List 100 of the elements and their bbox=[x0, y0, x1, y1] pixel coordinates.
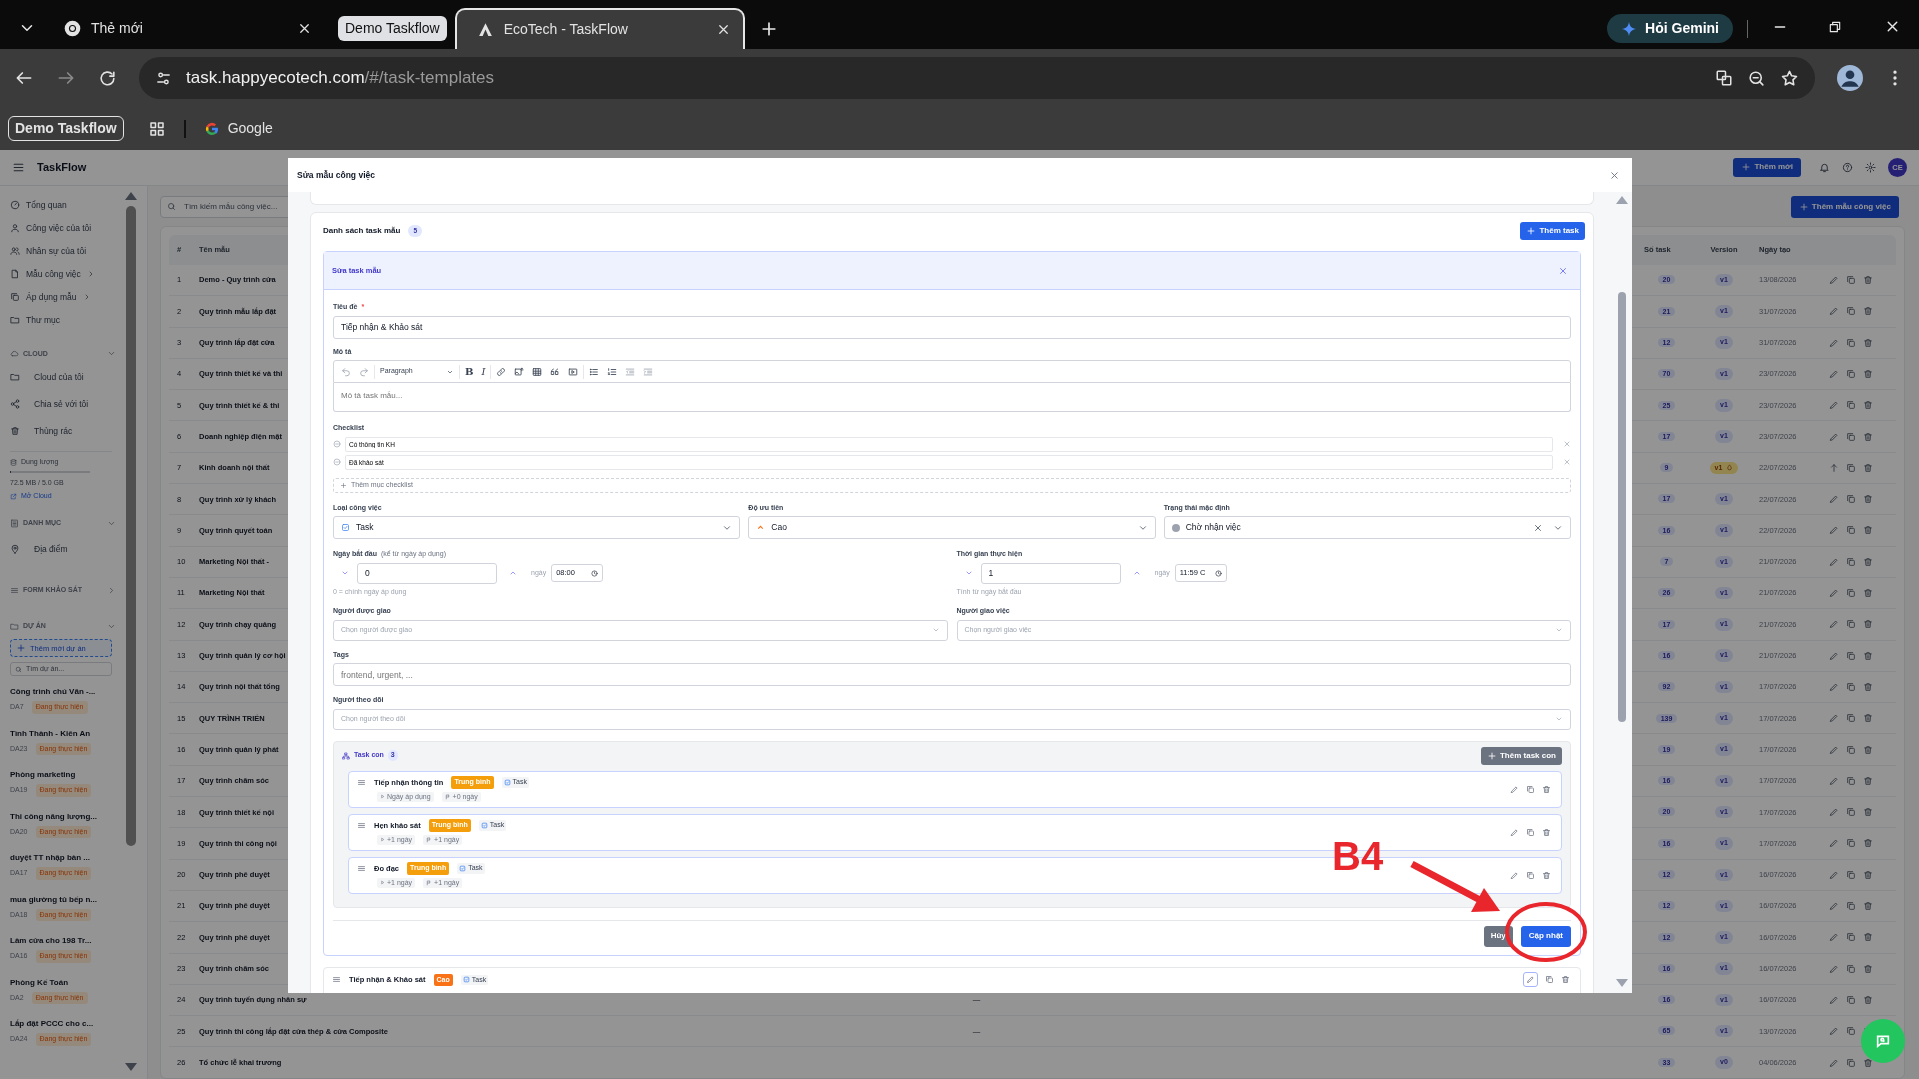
bookmark-link[interactable]: Google bbox=[203, 118, 273, 139]
edit-icon[interactable] bbox=[1829, 275, 1839, 286]
drag-handle-icon[interactable] bbox=[357, 820, 366, 830]
add-task-button[interactable]: Thêm task bbox=[1520, 222, 1585, 240]
nav-item[interactable]: Địa điểm bbox=[10, 537, 122, 561]
delete-icon[interactable] bbox=[1863, 681, 1873, 692]
project-name[interactable]: Tình Thành - Kiên An bbox=[10, 727, 122, 740]
scrollbar-thumb[interactable] bbox=[1618, 292, 1626, 722]
nav-item[interactable]: Nhân sự của tôi bbox=[10, 239, 122, 263]
nav-item[interactable]: Tổng quan bbox=[10, 193, 122, 217]
delete-icon[interactable] bbox=[1863, 775, 1873, 786]
copy-icon[interactable] bbox=[1846, 556, 1856, 567]
bookmark-star-icon[interactable] bbox=[1780, 68, 1799, 88]
edit-icon[interactable] bbox=[1829, 556, 1839, 567]
project-name[interactable]: Phòng marketing bbox=[10, 769, 122, 782]
copy-icon[interactable] bbox=[1846, 588, 1856, 599]
nav-item[interactable]: Công việc của tôi bbox=[10, 216, 122, 240]
copy-icon[interactable] bbox=[1526, 827, 1535, 837]
delete-icon[interactable] bbox=[1863, 337, 1873, 348]
delete-icon[interactable] bbox=[1863, 306, 1873, 317]
copy-icon[interactable] bbox=[1846, 807, 1856, 818]
edit-icon[interactable] bbox=[1829, 337, 1839, 348]
edit-icon[interactable] bbox=[1829, 369, 1839, 379]
edit-icon[interactable] bbox=[1829, 1026, 1839, 1037]
type-select[interactable]: Task bbox=[333, 516, 741, 539]
edit-icon[interactable] bbox=[1829, 963, 1839, 974]
copy-icon[interactable] bbox=[1545, 974, 1554, 984]
copy-icon[interactable] bbox=[1846, 431, 1856, 442]
close-icon[interactable] bbox=[1563, 458, 1571, 466]
edit-icon[interactable] bbox=[1829, 681, 1839, 692]
edit-icon[interactable] bbox=[1829, 807, 1839, 818]
apps-grid-icon[interactable] bbox=[147, 119, 166, 138]
delete-icon[interactable] bbox=[1863, 838, 1873, 849]
edit-button[interactable] bbox=[1523, 971, 1538, 987]
profile-avatar[interactable] bbox=[1837, 65, 1863, 91]
project-name[interactable]: Thi công năng lượng... bbox=[10, 810, 122, 823]
copy-icon[interactable] bbox=[1846, 775, 1856, 786]
italic-button[interactable]: I bbox=[478, 362, 489, 381]
project-name[interactable]: Phòng Kế Toán bbox=[10, 976, 122, 989]
close-icon[interactable] bbox=[1558, 265, 1568, 276]
delete-icon[interactable] bbox=[1863, 713, 1873, 724]
bookmark-group[interactable]: Demo Taskflow bbox=[8, 116, 124, 141]
copy-icon[interactable] bbox=[1846, 869, 1856, 880]
drag-handle-icon[interactable] bbox=[332, 975, 341, 985]
delete-icon[interactable] bbox=[1863, 619, 1873, 630]
tab-group-label[interactable]: Demo Taskflow bbox=[338, 16, 447, 41]
gemini-button[interactable]: Hỏi Gemini bbox=[1607, 14, 1733, 43]
copy-icon[interactable] bbox=[1846, 681, 1856, 692]
edit-icon[interactable] bbox=[1829, 775, 1839, 786]
remove-circle-icon[interactable] bbox=[333, 440, 341, 448]
delete-icon[interactable] bbox=[1863, 963, 1873, 974]
menu-icon[interactable] bbox=[12, 161, 25, 174]
copy-icon[interactable] bbox=[1846, 1026, 1856, 1037]
address-bar[interactable]: task.happyecotech.com/#/task-templates bbox=[139, 57, 1815, 99]
scroll-up-icon[interactable] bbox=[125, 191, 137, 200]
copy-icon[interactable] bbox=[1846, 525, 1856, 536]
edit-icon[interactable] bbox=[1829, 619, 1839, 630]
edit-icon[interactable] bbox=[1829, 713, 1839, 724]
edit-icon[interactable] bbox=[1829, 431, 1839, 442]
clear-icon[interactable] bbox=[1533, 522, 1543, 533]
project-name[interactable]: mua giường tủ bếp n... bbox=[10, 893, 122, 906]
drag-handle-icon[interactable] bbox=[357, 863, 366, 873]
edit-icon[interactable] bbox=[1829, 1057, 1839, 1068]
delete-icon[interactable] bbox=[1863, 994, 1873, 1005]
add-template-button[interactable]: Thêm mẫu công việc bbox=[1790, 195, 1899, 218]
delete-icon[interactable] bbox=[1863, 1057, 1873, 1068]
delete-icon[interactable] bbox=[1863, 431, 1873, 442]
browser-tab[interactable]: EcoTech - TaskFlow bbox=[454, 8, 745, 49]
edit-icon[interactable] bbox=[1829, 306, 1839, 317]
number-field[interactable]: 0 bbox=[357, 562, 497, 584]
edit-icon[interactable] bbox=[1829, 901, 1839, 912]
edit-icon[interactable] bbox=[1829, 400, 1839, 411]
project-name[interactable]: Lắp đặt PCCC cho c... bbox=[10, 1018, 122, 1031]
delete-icon[interactable] bbox=[1561, 974, 1570, 984]
copy-icon[interactable] bbox=[1846, 932, 1856, 943]
scrollbar-thumb[interactable] bbox=[126, 205, 136, 846]
copy-icon[interactable] bbox=[1846, 744, 1856, 755]
settings-icon[interactable] bbox=[1865, 162, 1876, 173]
scroll-down-icon[interactable] bbox=[125, 1063, 137, 1071]
delete-icon[interactable] bbox=[1863, 932, 1873, 943]
status-select[interactable]: Chờ nhận việc bbox=[1163, 516, 1571, 539]
project-name[interactable]: Công trình chú Văn -... bbox=[10, 686, 122, 699]
copy-icon[interactable] bbox=[1846, 337, 1856, 348]
title-field[interactable]: Tiếp nhận & Khảo sát bbox=[333, 315, 1571, 339]
copy-icon[interactable] bbox=[1846, 901, 1856, 912]
edit-icon[interactable] bbox=[1510, 870, 1519, 880]
copy-icon[interactable] bbox=[1846, 619, 1856, 630]
zoom-icon[interactable] bbox=[1747, 68, 1766, 88]
nav-item[interactable]: Thùng rác bbox=[10, 417, 122, 445]
update-button[interactable]: Cập nhật bbox=[1520, 925, 1571, 947]
copy-icon[interactable] bbox=[1846, 1057, 1856, 1068]
project-name[interactable]: Làm cửa cho 198 Tr... bbox=[10, 935, 122, 948]
delete-icon[interactable] bbox=[1863, 556, 1873, 567]
delete-icon[interactable] bbox=[1863, 525, 1873, 536]
copy-icon[interactable] bbox=[1526, 784, 1535, 794]
nav-item[interactable]: Cloud của tôi bbox=[10, 363, 122, 391]
edit-icon[interactable] bbox=[1829, 932, 1839, 943]
edit-icon[interactable] bbox=[1829, 588, 1839, 599]
copy-icon[interactable] bbox=[1846, 494, 1856, 505]
translate-icon[interactable] bbox=[1715, 69, 1733, 87]
